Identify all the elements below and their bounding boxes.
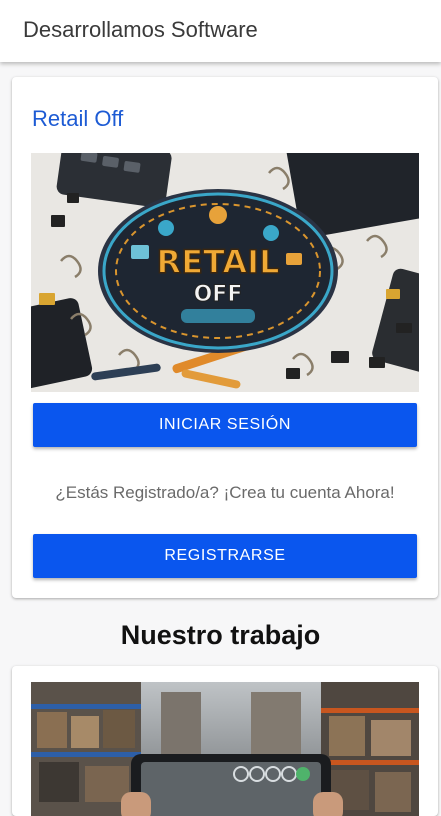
register-button[interactable]: REGISTRARSE: [33, 534, 417, 578]
work-card: [12, 666, 438, 816]
logo-text-line1: RETAIL: [157, 243, 280, 281]
login-button[interactable]: INICIAR SESIÓN: [33, 403, 417, 447]
section-title: Nuestro trabajo: [120, 620, 321, 650]
register-prompt: ¿Estás Registrado/a? ¡Crea tu cuenta Aho…: [55, 483, 395, 502]
logo-text-line2: OFF: [194, 282, 243, 307]
retail-off-hero-image: RETAIL OFF: [31, 153, 419, 392]
app-bar-title: Desarrollamos Software: [23, 17, 258, 42]
card-title: Retail Off: [32, 106, 124, 131]
app-bar: Desarrollamos Software: [0, 0, 441, 62]
login-card: Retail Off RETAIL OFF INICIAR SESIÓN ¿Es…: [12, 77, 438, 598]
warehouse-image: [31, 682, 419, 816]
